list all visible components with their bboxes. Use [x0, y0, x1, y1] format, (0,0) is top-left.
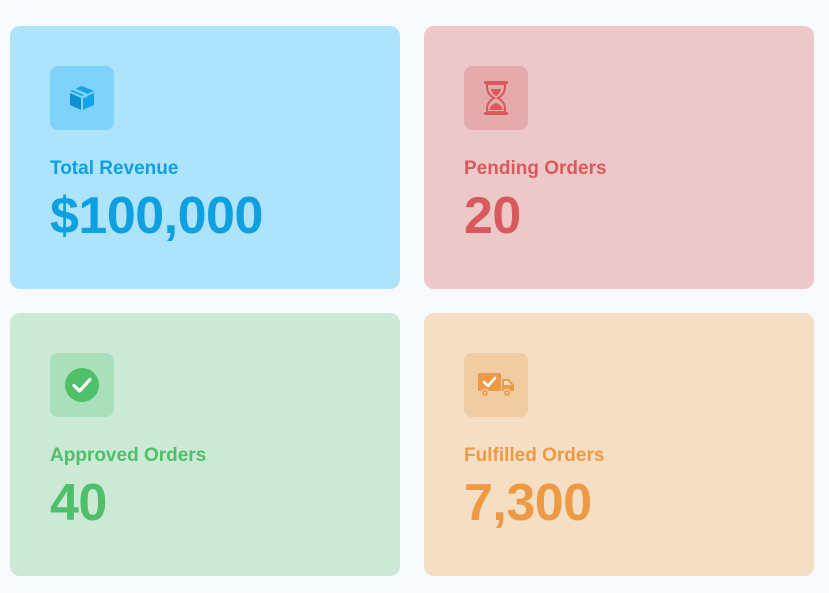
- stat-label: Total Revenue: [50, 158, 179, 179]
- stat-value: 20: [464, 187, 521, 245]
- stat-card-total-revenue: Total Revenue $100,000: [10, 26, 400, 289]
- package-icon: [70, 86, 94, 110]
- icon-container: [50, 66, 114, 130]
- stat-card-fulfilled-orders: Fulfilled Orders 7,300: [424, 313, 814, 576]
- stat-label: Fulfilled Orders: [464, 445, 605, 466]
- hourglass-icon: [484, 81, 508, 115]
- stat-value: 40: [50, 474, 107, 532]
- stat-card-pending-orders: Pending Orders 20: [424, 26, 814, 289]
- stat-value: 7,300: [464, 474, 592, 532]
- icon-container: [50, 353, 114, 417]
- stat-label: Approved Orders: [50, 445, 207, 466]
- stat-label: Pending Orders: [464, 158, 607, 179]
- icon-container: [464, 353, 528, 417]
- icon-container: [464, 66, 528, 130]
- stat-card-approved-orders: Approved Orders 40: [10, 313, 400, 576]
- stat-value: $100,000: [50, 187, 263, 245]
- delivery-truck-icon: [478, 373, 514, 398]
- check-circle-icon: [65, 368, 99, 402]
